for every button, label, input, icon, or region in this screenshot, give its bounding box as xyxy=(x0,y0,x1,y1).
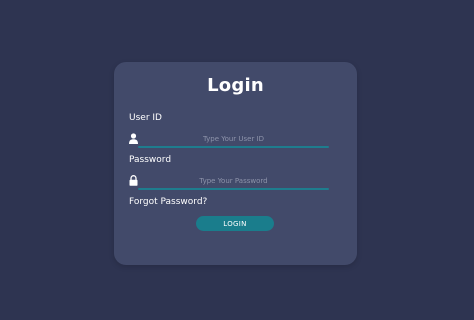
lock-icon xyxy=(129,175,138,186)
login-card: Login User ID Password Forgot Password? … xyxy=(114,62,357,265)
password-label: Password xyxy=(129,155,172,165)
forgot-password-link[interactable]: Forgot Password? xyxy=(129,197,207,207)
user-icon xyxy=(129,133,138,144)
login-title: Login xyxy=(207,75,264,96)
password-underline xyxy=(138,188,329,190)
password-field-row xyxy=(129,174,329,190)
login-button[interactable]: LOGIN xyxy=(196,216,274,231)
password-input[interactable] xyxy=(138,174,329,188)
user-id-input[interactable] xyxy=(138,132,329,146)
user-id-underline xyxy=(138,146,329,148)
user-id-label: User ID xyxy=(129,113,162,123)
user-id-field-row xyxy=(129,132,329,148)
